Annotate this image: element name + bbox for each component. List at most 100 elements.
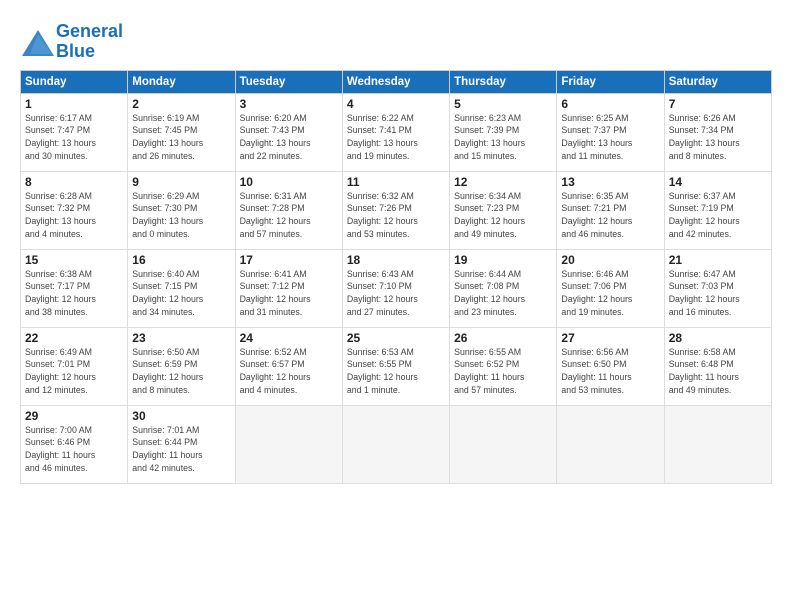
calendar-cell — [664, 405, 771, 483]
day-info: Sunrise: 6:26 AM Sunset: 7:34 PM Dayligh… — [669, 112, 767, 163]
calendar-cell: 30Sunrise: 7:01 AM Sunset: 6:44 PM Dayli… — [128, 405, 235, 483]
calendar-cell: 29Sunrise: 7:00 AM Sunset: 6:46 PM Dayli… — [21, 405, 128, 483]
day-number: 8 — [25, 175, 123, 189]
day-number: 6 — [561, 97, 659, 111]
day-number: 16 — [132, 253, 230, 267]
day-info: Sunrise: 6:31 AM Sunset: 7:28 PM Dayligh… — [240, 190, 338, 241]
calendar-cell: 13Sunrise: 6:35 AM Sunset: 7:21 PM Dayli… — [557, 171, 664, 249]
day-info: Sunrise: 6:47 AM Sunset: 7:03 PM Dayligh… — [669, 268, 767, 319]
day-number: 9 — [132, 175, 230, 189]
day-number: 5 — [454, 97, 552, 111]
weekday-header-tuesday: Tuesday — [235, 70, 342, 93]
calendar-cell: 20Sunrise: 6:46 AM Sunset: 7:06 PM Dayli… — [557, 249, 664, 327]
day-info: Sunrise: 6:38 AM Sunset: 7:17 PM Dayligh… — [25, 268, 123, 319]
day-number: 25 — [347, 331, 445, 345]
calendar-cell: 7Sunrise: 6:26 AM Sunset: 7:34 PM Daylig… — [664, 93, 771, 171]
calendar-cell: 18Sunrise: 6:43 AM Sunset: 7:10 PM Dayli… — [342, 249, 449, 327]
day-number: 30 — [132, 409, 230, 423]
day-info: Sunrise: 6:46 AM Sunset: 7:06 PM Dayligh… — [561, 268, 659, 319]
weekday-header-sunday: Sunday — [21, 70, 128, 93]
day-info: Sunrise: 6:50 AM Sunset: 6:59 PM Dayligh… — [132, 346, 230, 397]
weekday-header-friday: Friday — [557, 70, 664, 93]
day-info: Sunrise: 6:35 AM Sunset: 7:21 PM Dayligh… — [561, 190, 659, 241]
calendar-cell: 27Sunrise: 6:56 AM Sunset: 6:50 PM Dayli… — [557, 327, 664, 405]
calendar-cell: 22Sunrise: 6:49 AM Sunset: 7:01 PM Dayli… — [21, 327, 128, 405]
day-number: 7 — [669, 97, 767, 111]
day-number: 20 — [561, 253, 659, 267]
calendar-cell: 24Sunrise: 6:52 AM Sunset: 6:57 PM Dayli… — [235, 327, 342, 405]
calendar-cell: 1Sunrise: 6:17 AM Sunset: 7:47 PM Daylig… — [21, 93, 128, 171]
weekday-header-wednesday: Wednesday — [342, 70, 449, 93]
calendar-cell: 14Sunrise: 6:37 AM Sunset: 7:19 PM Dayli… — [664, 171, 771, 249]
calendar-week-5: 29Sunrise: 7:00 AM Sunset: 6:46 PM Dayli… — [21, 405, 772, 483]
calendar-cell: 23Sunrise: 6:50 AM Sunset: 6:59 PM Dayli… — [128, 327, 235, 405]
calendar-cell: 28Sunrise: 6:58 AM Sunset: 6:48 PM Dayli… — [664, 327, 771, 405]
day-info: Sunrise: 6:19 AM Sunset: 7:45 PM Dayligh… — [132, 112, 230, 163]
calendar-week-4: 22Sunrise: 6:49 AM Sunset: 7:01 PM Dayli… — [21, 327, 772, 405]
day-number: 11 — [347, 175, 445, 189]
calendar-cell: 25Sunrise: 6:53 AM Sunset: 6:55 PM Dayli… — [342, 327, 449, 405]
day-number: 15 — [25, 253, 123, 267]
day-number: 1 — [25, 97, 123, 111]
day-info: Sunrise: 6:23 AM Sunset: 7:39 PM Dayligh… — [454, 112, 552, 163]
day-number: 4 — [347, 97, 445, 111]
day-info: Sunrise: 7:01 AM Sunset: 6:44 PM Dayligh… — [132, 424, 230, 475]
calendar-cell: 17Sunrise: 6:41 AM Sunset: 7:12 PM Dayli… — [235, 249, 342, 327]
day-info: Sunrise: 6:29 AM Sunset: 7:30 PM Dayligh… — [132, 190, 230, 241]
day-info: Sunrise: 6:34 AM Sunset: 7:23 PM Dayligh… — [454, 190, 552, 241]
day-info: Sunrise: 6:25 AM Sunset: 7:37 PM Dayligh… — [561, 112, 659, 163]
day-info: Sunrise: 6:32 AM Sunset: 7:26 PM Dayligh… — [347, 190, 445, 241]
day-number: 19 — [454, 253, 552, 267]
weekday-header-thursday: Thursday — [450, 70, 557, 93]
calendar-cell: 12Sunrise: 6:34 AM Sunset: 7:23 PM Dayli… — [450, 171, 557, 249]
calendar-cell — [342, 405, 449, 483]
day-info: Sunrise: 6:44 AM Sunset: 7:08 PM Dayligh… — [454, 268, 552, 319]
day-info: Sunrise: 6:22 AM Sunset: 7:41 PM Dayligh… — [347, 112, 445, 163]
calendar-week-2: 8Sunrise: 6:28 AM Sunset: 7:32 PM Daylig… — [21, 171, 772, 249]
day-number: 29 — [25, 409, 123, 423]
day-info: Sunrise: 6:20 AM Sunset: 7:43 PM Dayligh… — [240, 112, 338, 163]
day-info: Sunrise: 6:55 AM Sunset: 6:52 PM Dayligh… — [454, 346, 552, 397]
page: General Blue SundayMondayTuesdayWednesda… — [0, 0, 792, 612]
day-info: Sunrise: 6:49 AM Sunset: 7:01 PM Dayligh… — [25, 346, 123, 397]
calendar-cell: 6Sunrise: 6:25 AM Sunset: 7:37 PM Daylig… — [557, 93, 664, 171]
logo-icon — [20, 28, 52, 56]
day-info: Sunrise: 7:00 AM Sunset: 6:46 PM Dayligh… — [25, 424, 123, 475]
day-number: 27 — [561, 331, 659, 345]
day-number: 24 — [240, 331, 338, 345]
calendar-header-row: SundayMondayTuesdayWednesdayThursdayFrid… — [21, 70, 772, 93]
day-number: 13 — [561, 175, 659, 189]
day-number: 21 — [669, 253, 767, 267]
day-info: Sunrise: 6:40 AM Sunset: 7:15 PM Dayligh… — [132, 268, 230, 319]
calendar-cell: 26Sunrise: 6:55 AM Sunset: 6:52 PM Dayli… — [450, 327, 557, 405]
day-info: Sunrise: 6:56 AM Sunset: 6:50 PM Dayligh… — [561, 346, 659, 397]
weekday-header-saturday: Saturday — [664, 70, 771, 93]
day-number: 10 — [240, 175, 338, 189]
calendar-cell — [235, 405, 342, 483]
day-info: Sunrise: 6:41 AM Sunset: 7:12 PM Dayligh… — [240, 268, 338, 319]
calendar-cell: 4Sunrise: 6:22 AM Sunset: 7:41 PM Daylig… — [342, 93, 449, 171]
day-number: 28 — [669, 331, 767, 345]
day-number: 17 — [240, 253, 338, 267]
calendar-cell: 9Sunrise: 6:29 AM Sunset: 7:30 PM Daylig… — [128, 171, 235, 249]
weekday-header-monday: Monday — [128, 70, 235, 93]
calendar-cell: 10Sunrise: 6:31 AM Sunset: 7:28 PM Dayli… — [235, 171, 342, 249]
calendar: SundayMondayTuesdayWednesdayThursdayFrid… — [20, 70, 772, 484]
day-info: Sunrise: 6:52 AM Sunset: 6:57 PM Dayligh… — [240, 346, 338, 397]
day-number: 18 — [347, 253, 445, 267]
day-info: Sunrise: 6:28 AM Sunset: 7:32 PM Dayligh… — [25, 190, 123, 241]
calendar-cell: 5Sunrise: 6:23 AM Sunset: 7:39 PM Daylig… — [450, 93, 557, 171]
calendar-cell: 15Sunrise: 6:38 AM Sunset: 7:17 PM Dayli… — [21, 249, 128, 327]
calendar-cell: 8Sunrise: 6:28 AM Sunset: 7:32 PM Daylig… — [21, 171, 128, 249]
day-info: Sunrise: 6:17 AM Sunset: 7:47 PM Dayligh… — [25, 112, 123, 163]
day-info: Sunrise: 6:53 AM Sunset: 6:55 PM Dayligh… — [347, 346, 445, 397]
calendar-week-1: 1Sunrise: 6:17 AM Sunset: 7:47 PM Daylig… — [21, 93, 772, 171]
logo-text: General Blue — [56, 22, 123, 62]
calendar-cell: 2Sunrise: 6:19 AM Sunset: 7:45 PM Daylig… — [128, 93, 235, 171]
day-info: Sunrise: 6:43 AM Sunset: 7:10 PM Dayligh… — [347, 268, 445, 319]
logo: General Blue — [20, 22, 123, 62]
day-number: 3 — [240, 97, 338, 111]
day-number: 23 — [132, 331, 230, 345]
day-number: 14 — [669, 175, 767, 189]
calendar-cell: 16Sunrise: 6:40 AM Sunset: 7:15 PM Dayli… — [128, 249, 235, 327]
